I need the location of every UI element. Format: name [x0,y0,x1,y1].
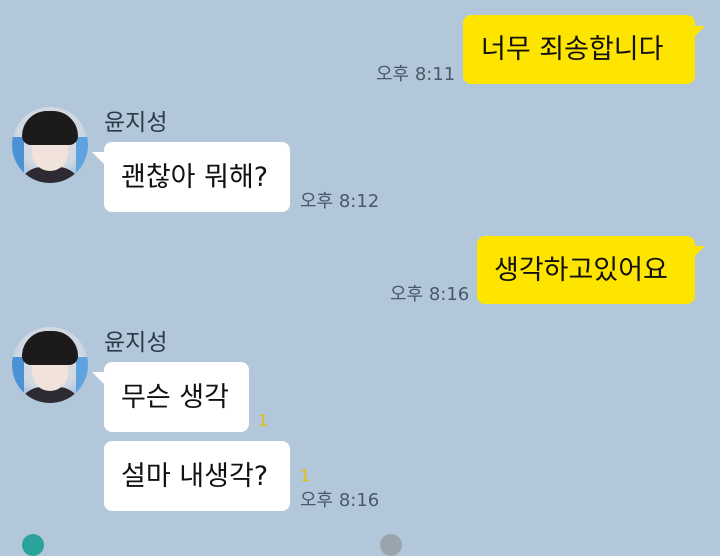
message-text: 무슨 생각 [121,381,229,413]
message-text: 너무 죄송합니다 [481,34,664,65]
received-message-bubble[interactable]: 설마 내생각? [104,441,290,511]
unread-count: 1 [300,466,311,485]
avatar-hair [22,331,78,365]
avatar-background [76,137,88,183]
bubble-tail [92,372,104,384]
bubble-tail [693,26,705,38]
message-text: 생각하고있어요 [494,254,668,286]
message-time: 오후 8:12 [300,191,380,212]
sender-name: 윤지성 [104,330,168,356]
message-time: 오후 8:16 [390,284,470,305]
message-text: 괜찮아 뭐해? [121,161,269,193]
unread-count: 1 [258,411,269,430]
my-message-bubble[interactable]: 너무 죄송합니다 [463,15,695,84]
avatar-background [76,357,88,403]
profile-avatar[interactable] [12,327,88,403]
message-time: 오후 8:16 [300,490,380,511]
sender-name: 윤지성 [104,110,168,136]
bubble-tail [92,152,104,164]
partial-avatar [380,534,402,556]
partial-avatar [22,534,44,556]
avatar-hair [22,111,78,145]
bubble-tail [693,246,705,258]
received-message-bubble[interactable]: 괜찮아 뭐해? [104,142,290,212]
profile-avatar[interactable] [12,107,88,183]
message-text: 설마 내생각? [121,460,269,492]
message-time: 오후 8:11 [376,64,456,85]
my-message-bubble[interactable]: 생각하고있어요 [477,236,695,304]
received-message-bubble[interactable]: 무슨 생각 [104,362,249,432]
